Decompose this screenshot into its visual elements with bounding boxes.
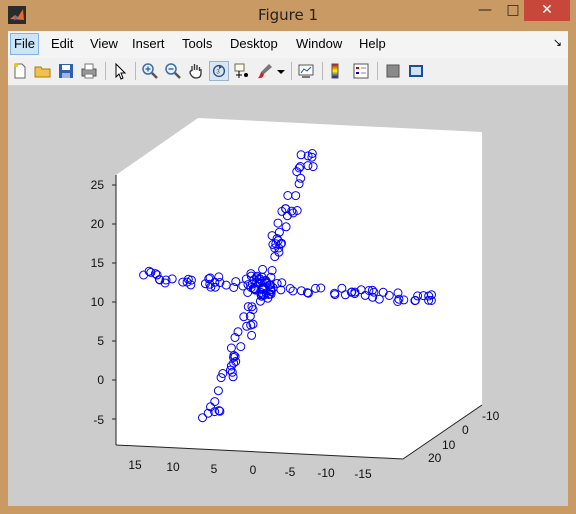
open-file-icon[interactable] — [33, 61, 53, 81]
toolbar-separator — [291, 62, 292, 80]
z-tick-label: 0 — [97, 373, 104, 387]
hide-plot-tools-icon[interactable] — [383, 61, 403, 81]
save-icon[interactable] — [56, 61, 76, 81]
pan-hand-icon[interactable] — [186, 61, 206, 81]
menu-insert[interactable]: Insert — [132, 34, 165, 54]
dock-arrow-icon[interactable]: ↘ — [553, 36, 562, 49]
y-tick-label: 0 — [462, 423, 469, 437]
x-axis-ticks: 15 10 5 0 -5 -10 -15 — [128, 458, 372, 481]
y-tick-label: 20 — [428, 451, 442, 465]
menu-edit[interactable]: Edit — [51, 34, 73, 54]
x-tick-label: 0 — [250, 463, 257, 477]
toolbar-separator — [377, 62, 378, 80]
close-button[interactable]: ✕ — [524, 0, 570, 21]
new-figure-icon[interactable] — [10, 61, 30, 81]
menu-help[interactable]: Help — [359, 34, 386, 54]
link-plot-icon[interactable] — [296, 61, 316, 81]
axes-face — [116, 118, 482, 459]
z-tick-label: 25 — [91, 178, 105, 192]
scatter3-plot[interactable]: 25 20 15 10 5 0 -5 15 10 5 0 -5 -10 -15 … — [8, 86, 568, 506]
colorbar-icon[interactable] — [328, 61, 348, 81]
x-tick-label: 15 — [128, 458, 142, 472]
x-tick-label: -10 — [317, 466, 335, 480]
z-tick-label: 10 — [91, 295, 105, 309]
figure-window: Figure 1 — □ ✕ File Edit View Insert Too… — [0, 0, 576, 514]
figure-toolbar: 3 — [8, 58, 568, 86]
menu-bar: File Edit View Insert Tools Desktop Wind… — [8, 31, 568, 59]
data-cursor-icon[interactable] — [232, 61, 252, 81]
zoom-in-icon[interactable] — [140, 61, 160, 81]
z-tick-label: 20 — [91, 217, 105, 231]
toolbar-separator — [135, 62, 136, 80]
menu-desktop[interactable]: Desktop — [230, 34, 278, 54]
zoom-out-icon[interactable] — [163, 61, 183, 81]
x-tick-label: -15 — [354, 467, 372, 481]
toolbar-separator — [105, 62, 106, 80]
pointer-icon[interactable] — [110, 61, 130, 81]
minimize-button[interactable]: — — [470, 0, 500, 21]
y-tick-label: -10 — [482, 409, 500, 423]
print-icon[interactable] — [79, 61, 99, 81]
x-tick-label: 10 — [166, 460, 180, 474]
toolbar-separator — [322, 62, 323, 80]
z-tick-label: 5 — [97, 334, 104, 348]
menu-file[interactable]: File — [10, 33, 39, 55]
show-plot-tools-icon[interactable] — [406, 61, 426, 81]
z-axis-ticks: 25 20 15 10 5 0 -5 — [91, 178, 116, 427]
menu-window[interactable]: Window — [296, 34, 342, 54]
menu-view[interactable]: View — [90, 34, 118, 54]
z-tick-label: 15 — [91, 256, 105, 270]
x-tick-label: 5 — [211, 462, 218, 476]
menu-tools[interactable]: Tools — [182, 34, 212, 54]
figure-canvas[interactable]: 25 20 15 10 5 0 -5 15 10 5 0 -5 -10 -15 … — [8, 86, 568, 506]
x-tick-label: -5 — [285, 465, 296, 479]
y-tick-label: 10 — [442, 438, 456, 452]
title-bar[interactable]: Figure 1 — □ ✕ — [0, 0, 576, 30]
legend-icon[interactable] — [351, 61, 371, 81]
svg-text:3: 3 — [216, 69, 220, 76]
rotate-3d-icon[interactable]: 3 — [209, 61, 229, 81]
brush-icon[interactable] — [255, 61, 275, 81]
brush-dropdown-icon[interactable] — [275, 61, 287, 81]
maximize-button[interactable]: □ — [500, 0, 526, 21]
z-tick-label: -5 — [93, 413, 104, 427]
